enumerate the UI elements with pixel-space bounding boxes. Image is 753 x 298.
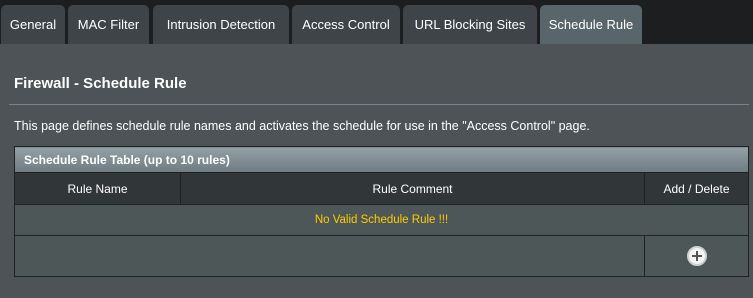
add-rule-button[interactable] — [686, 246, 707, 266]
tab-schedule-rule[interactable]: Schedule Rule — [540, 5, 642, 44]
schedule-rule-table: Schedule Rule Table (up to 10 rules) Rul… — [13, 146, 750, 277]
content-panel: Firewall - Schedule Rule This page defin… — [0, 44, 753, 298]
page-title: Firewall - Schedule Rule — [14, 75, 187, 92]
tab-intrusion-detection[interactable]: Intrusion Detection — [153, 5, 289, 44]
table-caption: Schedule Rule Table (up to 10 rules) — [13, 146, 750, 173]
router-admin-window: General MAC Filter Intrusion Detection A… — [0, 0, 753, 298]
tab-access-control[interactable]: Access Control — [292, 5, 400, 44]
title-divider — [9, 104, 749, 105]
column-header-rule-name: Rule Name — [14, 172, 181, 205]
new-rule-input-cell — [14, 235, 645, 277]
add-cell — [643, 235, 750, 277]
page-description: This page defines schedule rule names an… — [14, 119, 590, 133]
tab-mac-filter[interactable]: MAC Filter — [68, 5, 149, 44]
empty-table-message: No Valid Schedule Rule !!! — [13, 204, 750, 236]
column-header-add-delete: Add / Delete — [643, 172, 750, 205]
plus-circle-icon — [691, 251, 702, 261]
column-header-rule-comment: Rule Comment — [180, 172, 645, 205]
tab-general[interactable]: General — [1, 5, 65, 44]
tab-bar: General MAC Filter Intrusion Detection A… — [0, 0, 753, 44]
tab-url-blocking-sites[interactable]: URL Blocking Sites — [403, 5, 537, 44]
